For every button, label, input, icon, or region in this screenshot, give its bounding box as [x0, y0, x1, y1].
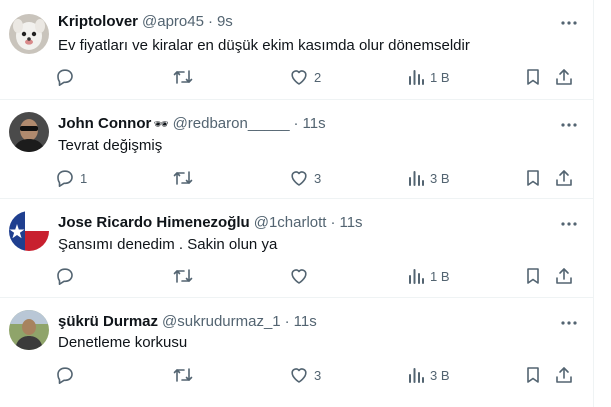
- reply-button[interactable]: [56, 67, 80, 87]
- tweet-actions: 2 1 B: [0, 67, 593, 87]
- retweet-button[interactable]: [173, 67, 199, 87]
- retweet-icon: [173, 269, 193, 283]
- author-name[interactable]: John Connor: [58, 115, 151, 132]
- bookmark-icon: [527, 268, 539, 284]
- views-icon: [409, 368, 424, 383]
- tweet-actions: 1 3 3 B: [0, 168, 593, 188]
- timestamp[interactable]: 11s: [303, 115, 326, 132]
- views-button[interactable]: 1 B: [408, 67, 450, 87]
- reply-icon: [57, 170, 73, 187]
- share-button[interactable]: [555, 67, 573, 87]
- bookmark-button[interactable]: [525, 168, 541, 188]
- author-handle[interactable]: @apro45: [142, 13, 204, 30]
- timestamp[interactable]: 11s: [339, 214, 362, 231]
- retweet-button[interactable]: [173, 266, 199, 286]
- views-icon: [409, 171, 424, 186]
- tweet-text: Şansımı denedim . Sakin olun ya: [58, 236, 278, 253]
- tweet[interactable]: Jose Ricardo Himenezoğlu @1charlott · 11…: [0, 199, 593, 298]
- share-icon: [556, 170, 572, 186]
- like-count: 2: [314, 69, 322, 85]
- share-button[interactable]: [555, 266, 573, 286]
- share-icon: [556, 268, 572, 284]
- tweet-actions: 3 3 B: [0, 365, 593, 385]
- sunglasses-emoji: 🕶: [153, 116, 169, 131]
- tweet-text: Tevrat değişmiş: [58, 137, 163, 154]
- reply-button[interactable]: 1: [56, 168, 87, 188]
- bookmark-icon: [527, 170, 539, 186]
- tweet-actions: 1 B: [0, 266, 593, 286]
- views-count: 3 B: [430, 170, 450, 186]
- retweet-button[interactable]: [173, 168, 199, 188]
- heart-icon: [291, 368, 307, 383]
- tweet-text: Denetleme korkusu: [58, 334, 188, 351]
- author-handle[interactable]: @redbaron_____: [173, 115, 290, 132]
- separator-dot: ·: [293, 115, 299, 132]
- like-button[interactable]: 3: [290, 365, 321, 385]
- views-count: 3 B: [430, 367, 450, 383]
- separator-dot: ·: [284, 313, 290, 330]
- views-icon: [409, 70, 424, 85]
- more-icon[interactable]: [559, 13, 579, 33]
- tweet[interactable]: şükrü Durmaz @sukrudurmaz_1 · 11s Denetl…: [0, 298, 593, 407]
- share-button[interactable]: [555, 168, 573, 188]
- like-count: 3: [314, 170, 322, 186]
- timeline-feed: Kriptolover @apro45 · 9s Ev fiyatları ve…: [0, 0, 594, 407]
- reply-button[interactable]: [56, 365, 80, 385]
- retweet-button[interactable]: [173, 365, 199, 385]
- author-handle[interactable]: @sukrudurmaz_1: [162, 313, 281, 330]
- more-icon[interactable]: [559, 214, 579, 234]
- separator-dot: ·: [330, 214, 336, 231]
- share-button[interactable]: [555, 365, 573, 385]
- heart-icon: [291, 269, 307, 284]
- reply-icon: [57, 367, 73, 384]
- tweet-header: John Connor 🕶 @redbaron_____ · 11s: [58, 115, 326, 132]
- more-icon[interactable]: [559, 313, 579, 333]
- views-count: 1 B: [430, 268, 450, 284]
- avatar[interactable]: [9, 211, 49, 251]
- views-count: 1 B: [430, 69, 450, 85]
- avatar[interactable]: [9, 310, 49, 350]
- reply-icon: [57, 69, 73, 86]
- like-button[interactable]: 3: [290, 168, 321, 188]
- share-icon: [556, 367, 572, 383]
- views-button[interactable]: 1 B: [408, 266, 450, 286]
- separator-dot: ·: [207, 13, 213, 30]
- heart-icon: [291, 70, 307, 85]
- avatar[interactable]: [9, 112, 49, 152]
- like-count: 3: [314, 367, 322, 383]
- reply-icon: [57, 268, 73, 285]
- like-button[interactable]: 2: [290, 67, 321, 87]
- bookmark-button[interactable]: [525, 365, 541, 385]
- tweet[interactable]: John Connor 🕶 @redbaron_____ · 11s Tevra…: [0, 100, 593, 199]
- avatar[interactable]: [9, 14, 49, 54]
- bookmark-button[interactable]: [525, 67, 541, 87]
- tweet[interactable]: Kriptolover @apro45 · 9s Ev fiyatları ve…: [0, 0, 593, 100]
- heart-icon: [291, 171, 307, 186]
- author-name[interactable]: şükrü Durmaz: [58, 313, 158, 330]
- bookmark-icon: [527, 69, 539, 85]
- tweet-text: Ev fiyatları ve kiralar en düşük ekim ka…: [58, 37, 470, 54]
- tweet-header: Kriptolover @apro45 · 9s: [58, 13, 233, 30]
- reply-button[interactable]: [56, 266, 80, 286]
- like-button[interactable]: [290, 266, 314, 286]
- tweet-header: şükrü Durmaz @sukrudurmaz_1 · 11s: [58, 313, 317, 330]
- bookmark-icon: [527, 367, 539, 383]
- more-icon[interactable]: [559, 115, 579, 135]
- timestamp[interactable]: 11s: [294, 313, 317, 330]
- bookmark-button[interactable]: [525, 266, 541, 286]
- tweet-header: Jose Ricardo Himenezoğlu @1charlott · 11…: [58, 214, 363, 231]
- author-name[interactable]: Jose Ricardo Himenezoğlu: [58, 214, 250, 231]
- views-button[interactable]: 3 B: [408, 365, 450, 385]
- reply-count: 1: [80, 170, 88, 186]
- share-icon: [556, 69, 572, 85]
- timestamp[interactable]: 9s: [217, 13, 233, 30]
- views-button[interactable]: 3 B: [408, 168, 450, 188]
- author-handle[interactable]: @1charlott: [254, 214, 327, 231]
- retweet-icon: [173, 368, 193, 382]
- author-name[interactable]: Kriptolover: [58, 13, 138, 30]
- retweet-icon: [173, 171, 193, 185]
- views-icon: [409, 269, 424, 284]
- retweet-icon: [173, 70, 193, 84]
